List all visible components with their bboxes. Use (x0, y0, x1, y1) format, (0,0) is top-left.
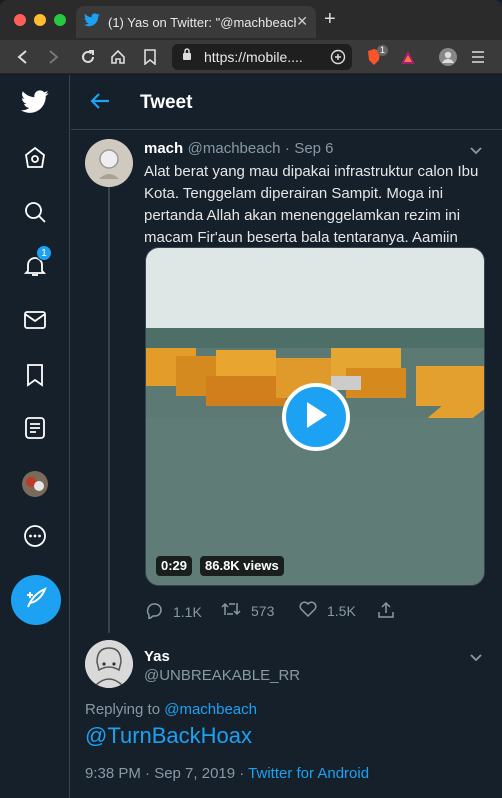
notifications-bell-icon[interactable]: 1 (20, 245, 52, 281)
profile-icon[interactable] (438, 47, 458, 67)
replying-prefix: Replying to (85, 701, 161, 718)
twitter-logo-icon[interactable] (20, 87, 50, 117)
replying-to-line: Replying to @machbeach (85, 701, 257, 718)
video-duration: 0:29 (156, 556, 193, 576)
like-count: 1.5K (327, 602, 356, 619)
search-icon[interactable] (20, 197, 50, 227)
brave-rewards-icon[interactable] (398, 47, 418, 67)
bookmarks-icon[interactable] (20, 360, 50, 390)
parent-date[interactable]: Sep 6 (294, 140, 333, 157)
home-icon[interactable] (108, 47, 128, 67)
parent-avatar[interactable] (85, 139, 133, 187)
retweet-count: 573 (251, 602, 275, 619)
lock-icon (182, 48, 192, 66)
main-caret-icon[interactable] (469, 650, 483, 668)
reply-count: 1.1K (173, 603, 202, 620)
brave-shield-icon[interactable]: 1 (364, 45, 389, 67)
main-column: Tweet mach @machbeach · Sep 6 Alat berat… (71, 75, 502, 798)
main-handle[interactable]: @UNBREAKABLE_RR (144, 667, 300, 684)
video-player[interactable]: 0:29 86.8K views (145, 247, 485, 586)
browser-window: (1) Yas on Twitter: "@machbeach ✕ + http… (0, 0, 502, 798)
compose-tweet-button[interactable] (11, 575, 61, 625)
forward-nav-icon[interactable] (44, 47, 64, 67)
new-tab-button[interactable]: + (324, 9, 336, 29)
page-header: Tweet (71, 75, 502, 130)
retweet-icon (221, 601, 241, 620)
parent-tweet-text: Alat berat yang mau dipakai infrastruktu… (144, 163, 479, 246)
parent-name[interactable]: mach (144, 140, 183, 157)
more-options-icon[interactable] (20, 521, 50, 551)
browser-toolbar: https://mobile.... 1 (0, 40, 502, 74)
messages-mail-icon[interactable] (20, 305, 50, 335)
main-name[interactable]: Yas (144, 648, 170, 665)
main-avatar[interactable] (85, 640, 133, 688)
parent-header: mach @machbeach · Sep 6 (144, 140, 334, 158)
share-button[interactable] (377, 601, 395, 622)
url-text: https://mobile.... (204, 49, 303, 65)
home-nav-icon[interactable] (20, 143, 50, 173)
play-icon (303, 400, 329, 435)
back-nav-icon[interactable] (12, 47, 32, 67)
bookmark-page-icon[interactable] (140, 47, 160, 67)
like-button[interactable]: 1.5K (299, 601, 356, 620)
tweet-timestamp[interactable]: 9:38 PM · Sep 7, 2019 · (85, 765, 248, 782)
parent-caret-icon[interactable] (469, 143, 483, 161)
play-button[interactable] (282, 383, 350, 451)
main-tweet-text[interactable]: @TurnBackHoax (85, 723, 252, 749)
address-bar[interactable]: https://mobile.... (172, 44, 352, 70)
replying-to-link[interactable]: @machbeach (164, 701, 257, 718)
zoom-plus-icon[interactable] (328, 47, 348, 67)
notification-badge: 1 (36, 245, 52, 261)
close-window-button[interactable] (14, 14, 26, 26)
brave-badge: 1 (377, 45, 389, 56)
twitter-sidebar: 1 (0, 75, 70, 798)
tab-title: (1) Yas on Twitter: "@machbeach (108, 14, 296, 30)
heart-icon (299, 601, 317, 620)
tab-close-icon[interactable]: ✕ (296, 13, 308, 30)
tweet-meta-line: 9:38 PM · Sep 7, 2019 · Twitter for Andr… (85, 765, 369, 782)
maximize-window-button[interactable] (54, 14, 66, 26)
video-views: 86.8K views (200, 556, 284, 576)
parent-handle[interactable]: @machbeach (188, 140, 281, 157)
compose-feather-icon (24, 586, 48, 615)
reload-icon[interactable] (78, 47, 98, 67)
reply-button[interactable]: 1.1K (145, 601, 202, 622)
tweet-source-link[interactable]: Twitter for Android (248, 765, 369, 782)
back-arrow-icon[interactable] (89, 91, 111, 116)
share-icon (377, 601, 395, 622)
profile-avatar-icon[interactable] (20, 469, 50, 499)
lists-icon[interactable] (20, 413, 50, 443)
thread-line (108, 187, 110, 633)
minimize-window-button[interactable] (34, 14, 46, 26)
retweet-button[interactable]: 573 (221, 601, 274, 620)
dot-separator: · (284, 140, 290, 157)
title-bar: (1) Yas on Twitter: "@machbeach ✕ + (0, 0, 502, 40)
twitter-bird-icon (84, 12, 100, 32)
parent-actions: 1.1K 573 1.5K (145, 601, 485, 623)
browser-tab[interactable]: (1) Yas on Twitter: "@machbeach ✕ (76, 6, 316, 38)
reply-icon (145, 601, 163, 622)
menu-icon[interactable] (468, 47, 488, 67)
page-title: Tweet (140, 92, 193, 113)
